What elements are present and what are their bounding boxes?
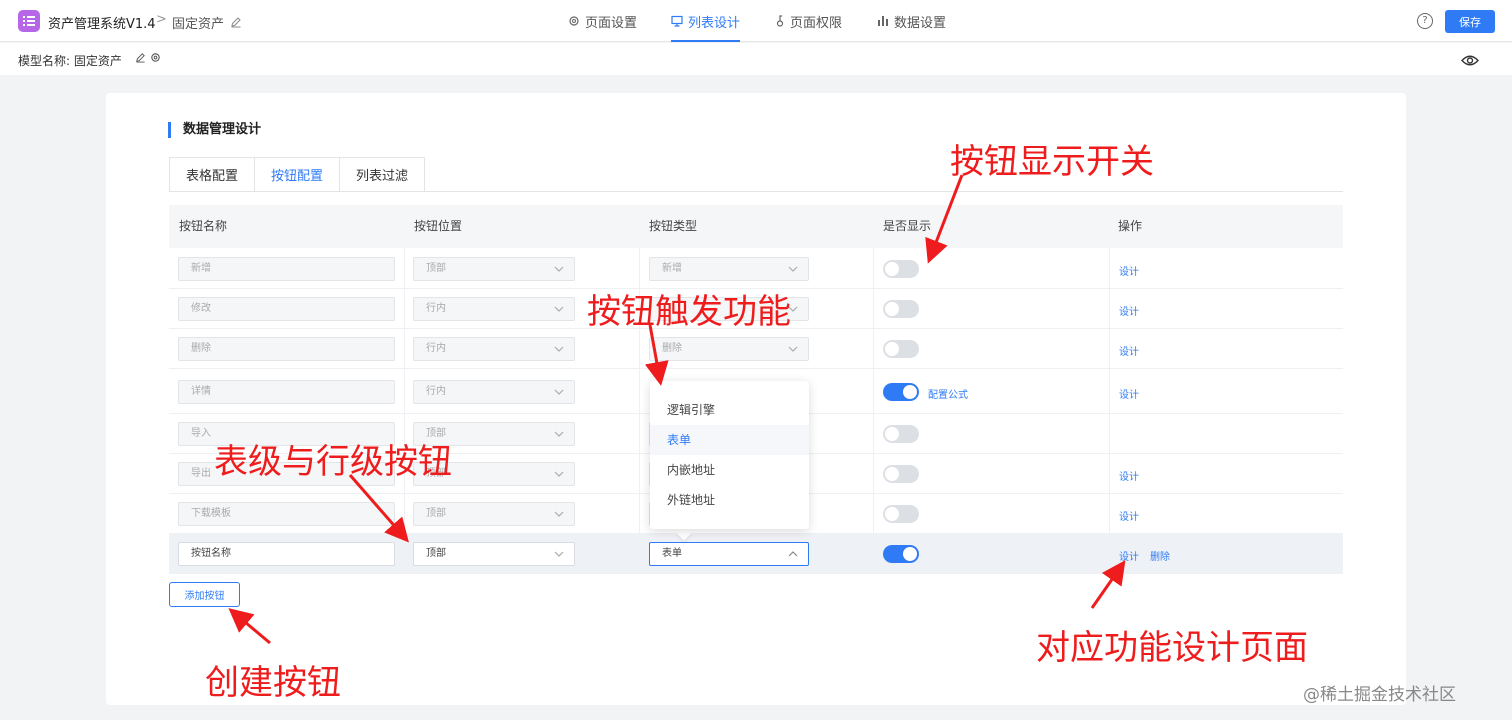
annotation-design: 对应功能设计页面 xyxy=(1036,628,1308,668)
annotation-create: 创建按钮 xyxy=(205,663,341,703)
annotation-level: 表级与行级按钮 xyxy=(214,442,452,482)
arrow-toggle xyxy=(925,174,964,264)
arrow-level xyxy=(348,474,409,543)
annotation-toggle: 按钮显示开关 xyxy=(950,142,1154,182)
arrow-create xyxy=(228,608,271,645)
watermark: @稀土掘金技术社区 xyxy=(1303,685,1456,705)
annotation-arrows xyxy=(228,174,1126,645)
arrow-trigger xyxy=(644,324,669,386)
annotation-trigger: 按钮触发功能 xyxy=(587,292,791,332)
arrow-design xyxy=(1090,560,1126,609)
